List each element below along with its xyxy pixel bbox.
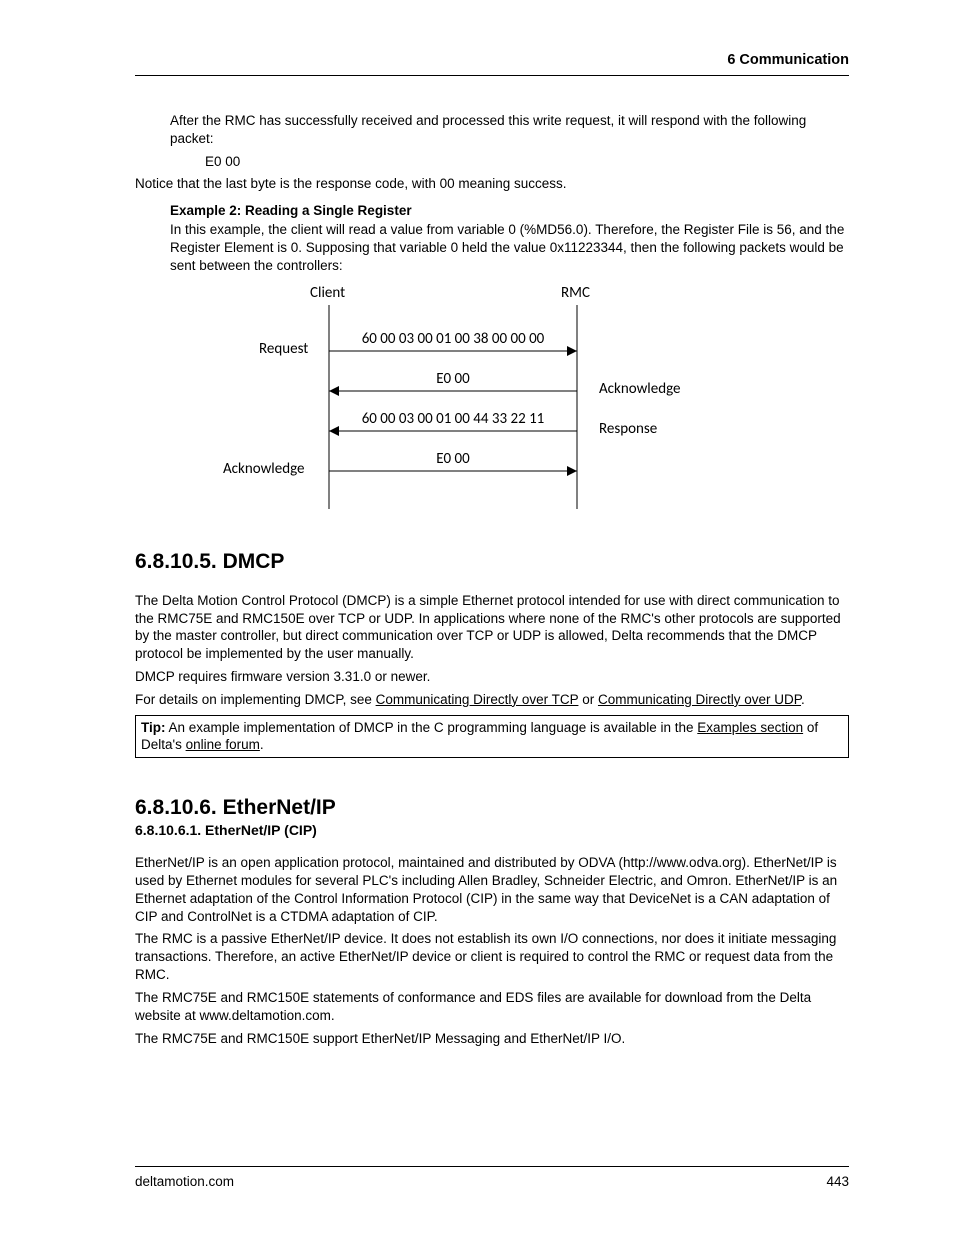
para-notice: Notice that the last byte is the respons… <box>135 175 849 193</box>
section-6-8-10-5-title: 6.8.10.5. DMCP <box>135 550 849 574</box>
header-chapter: 6 Communication <box>727 52 849 68</box>
diag-response-right: Response <box>599 420 657 438</box>
eip-p1: EtherNet/IP is an open application proto… <box>135 854 849 925</box>
section-6-8-10-6-1-title: 6.8.10.6.1. EtherNet/IP (CIP) <box>135 822 849 838</box>
para-after-rmc: After the RMC has successfully received … <box>170 112 849 148</box>
diag-row4: E0 00 <box>436 450 470 468</box>
tip-c: . <box>260 737 264 752</box>
diag-row2: E0 00 <box>436 370 470 388</box>
tip-label: Tip: <box>141 720 166 735</box>
footer-rule <box>135 1166 849 1167</box>
example2-body: In this example, the client will read a … <box>170 221 849 274</box>
dmcp-p1: The Delta Motion Control Protocol (DMCP)… <box>135 592 849 663</box>
diag-ack-left: Acknowledge <box>223 460 304 478</box>
diag-rmc-label: RMC <box>561 284 590 302</box>
dmcp-p3-a: For details on implementing DMCP, see <box>135 692 376 707</box>
link-examples-section[interactable]: Examples section <box>697 720 803 735</box>
example2-heading: Example 2: Reading a Single Register <box>170 203 849 218</box>
link-online-forum[interactable]: online forum <box>186 737 260 752</box>
diag-row1: 60 00 03 00 01 00 38 00 00 00 <box>362 330 545 348</box>
dmcp-p3-period: . <box>801 692 805 707</box>
eip-p4: The RMC75E and RMC150E support EtherNet/… <box>135 1030 849 1048</box>
diag-row3: 60 00 03 00 01 00 44 33 22 11 <box>362 410 545 428</box>
footer-page-number: 443 <box>826 1174 849 1189</box>
header-rule <box>135 75 849 76</box>
packet-e0-00: E0 00 <box>205 153 849 171</box>
page: 6 Communication After the RMC has succes… <box>0 0 954 1235</box>
eip-p2: The RMC is a passive EtherNet/IP device.… <box>135 930 849 983</box>
diag-request-label: Request <box>259 340 308 358</box>
sequence-diagram: Client RMC Request 60 00 03 00 01 00 38 … <box>175 283 849 520</box>
diag-ack-right: Acknowledge <box>599 380 680 398</box>
tip-box: Tip: An example implementation of DMCP i… <box>135 715 849 759</box>
content-area: After the RMC has successfully received … <box>135 112 849 1052</box>
dmcp-p3-or: or <box>578 692 598 707</box>
eip-p3: The RMC75E and RMC150E statements of con… <box>135 989 849 1025</box>
tip-a: An example implementation of DMCP in the… <box>166 720 698 735</box>
diag-client-label: Client <box>310 284 345 302</box>
footer-site: deltamotion.com <box>135 1174 234 1189</box>
link-udp[interactable]: Communicating Directly over UDP <box>598 692 801 707</box>
dmcp-p3: For details on implementing DMCP, see Co… <box>135 691 849 709</box>
section-6-8-10-6-title: 6.8.10.6. EtherNet/IP <box>135 796 849 820</box>
link-tcp[interactable]: Communicating Directly over TCP <box>376 692 579 707</box>
dmcp-p2: DMCP requires firmware version 3.31.0 or… <box>135 668 849 686</box>
